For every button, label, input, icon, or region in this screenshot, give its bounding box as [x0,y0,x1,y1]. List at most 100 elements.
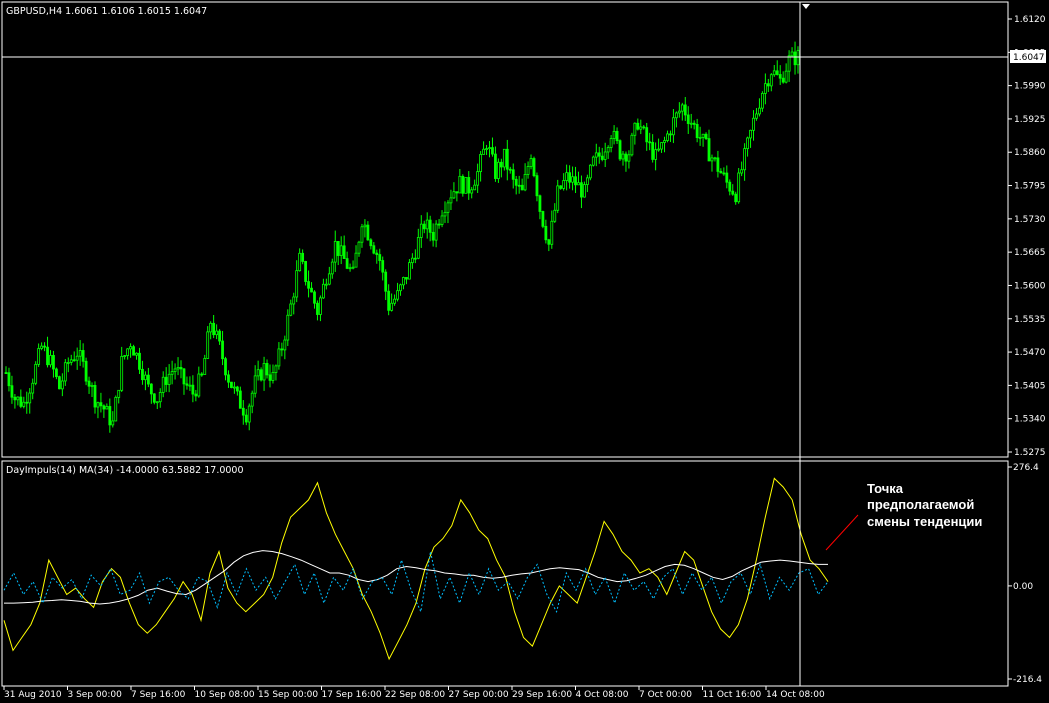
candle-body [87,380,91,387]
candle-body [274,365,278,373]
candle-body [597,152,601,157]
candle-body [731,190,735,195]
candle-body [461,175,465,194]
price-tick-label: 1.5665 [1014,248,1046,258]
candle-body [277,348,281,367]
price-tick-label: 1.5795 [1014,182,1046,192]
candle-body [256,369,260,377]
candle-body [491,147,494,155]
candle-body [57,376,61,390]
candle-body [339,245,343,256]
candle-body [470,189,474,194]
candle-body [363,224,367,228]
candle-body [594,152,598,158]
candle-body [585,177,589,185]
candle-body [654,149,658,160]
candle-body [49,355,52,366]
candle-body [781,77,785,83]
candle-body [621,153,625,160]
candle-body [262,363,266,381]
candle-body [452,191,456,199]
candle-body [16,396,20,401]
candle-body [422,223,426,230]
candle-body [455,191,459,194]
candle-body [310,287,313,293]
candle-body [749,129,752,139]
time-tick-label: 10 Sep 08:00 [195,690,255,700]
candle-body [37,348,41,365]
candle-body [523,174,527,191]
candle-body [227,374,230,383]
candle-body [102,405,106,410]
candle-body [152,393,156,403]
candle-body [185,383,189,386]
candle-body [66,362,70,364]
price-tick-label: 1.5860 [1014,148,1046,158]
candle-body [218,330,221,342]
candle-body [657,148,660,151]
candle-body [591,156,595,166]
candle-body [746,137,749,149]
candle-body [737,172,741,203]
candle-body [327,273,331,285]
candle-body [413,257,417,260]
candle-body [790,51,794,57]
candle-body [630,134,634,156]
candle-body [10,385,14,398]
candle-body [508,168,512,171]
candle-body [677,110,681,114]
candle-body [606,147,610,153]
candle-body [482,148,485,155]
candle-body [529,158,533,167]
candle-body [369,239,373,247]
candle-body [485,148,488,151]
candle-body [672,117,675,136]
candle-body [316,302,319,315]
candle-body [502,148,506,168]
candle-body [271,372,275,381]
candle-body [161,376,165,393]
candle-body [348,267,352,270]
candle-body [772,70,776,76]
candle-body [553,209,557,222]
time-tick-label: 22 Sep 08:00 [385,690,445,700]
candle-body [313,291,316,304]
candle-body [434,223,438,241]
candle-body [784,70,788,83]
candle-body [146,374,150,385]
candle-body [155,401,159,404]
candle-body [416,237,420,259]
candle-body [357,241,361,254]
candle-body [173,368,177,373]
candle-body [449,197,453,204]
candle-body [583,184,586,198]
candle-body [494,153,497,179]
candle-body [505,148,509,170]
candle-body [144,374,147,381]
candle-body [769,74,773,87]
candle-body [96,402,100,408]
candle-body [375,252,379,255]
candle-body [719,170,723,174]
candle-body [752,117,755,131]
price-tick-label: 1.5405 [1014,381,1046,391]
indicator-header: DayImpuls(14) MA(34) -14.0000 63.5882 17… [6,465,244,476]
candle-body [588,164,592,179]
candle-body [443,211,447,217]
candle-body [488,147,491,150]
candle-body [624,153,628,162]
candle-body [408,262,411,280]
candle-body [384,271,388,292]
price-tick-label: 1.5470 [1014,348,1046,358]
candle-body [247,405,251,423]
candle-body [636,122,640,130]
candle-body [663,140,666,143]
price-tick-label: 1.5340 [1014,415,1046,425]
candle-body [642,126,646,129]
candle-body [191,384,195,395]
candle-body [336,241,340,256]
candle-body [559,185,563,189]
candle-body [321,283,325,299]
candle-body [203,358,207,375]
candle-body [618,140,622,160]
